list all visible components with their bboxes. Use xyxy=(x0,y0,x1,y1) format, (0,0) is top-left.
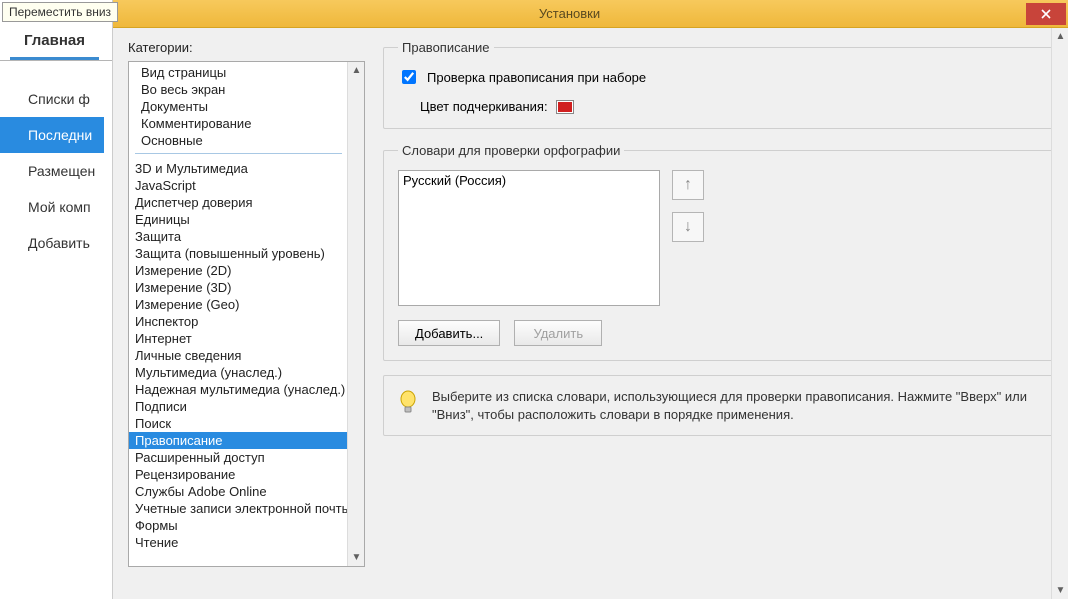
close-icon xyxy=(1041,9,1051,19)
hint-text: Выберите из списка словари, использующие… xyxy=(432,388,1045,423)
category-item[interactable]: Рецензирование xyxy=(129,466,364,483)
categories-label: Категории: xyxy=(128,40,365,55)
lightbulb-icon xyxy=(398,390,418,419)
add-dictionary-button[interactable]: Добавить... xyxy=(398,320,500,346)
category-item[interactable]: Измерение (Geo) xyxy=(129,296,364,313)
arrow-down-icon: ↓ xyxy=(684,218,692,236)
hint-box: Выберите из списка словари, использующие… xyxy=(383,375,1060,436)
category-item[interactable]: Измерение (2D) xyxy=(129,262,364,279)
category-item[interactable]: 3D и Мультимедиа xyxy=(129,160,364,177)
category-item[interactable]: Подписи xyxy=(129,398,364,415)
sidebar-item[interactable]: Добавить xyxy=(0,225,104,261)
category-item[interactable]: Комментирование xyxy=(135,115,342,132)
underline-color-label: Цвет подчеркивания: xyxy=(420,99,548,114)
category-item[interactable]: Надежная мультимедиа (унаслед.) xyxy=(129,381,364,398)
category-item[interactable]: Основные xyxy=(135,132,342,149)
dialog-title: Установки xyxy=(113,6,1026,21)
sidebar-item[interactable]: Мой комп xyxy=(0,189,104,225)
category-item[interactable]: Расширенный доступ xyxy=(129,449,364,466)
category-item[interactable]: Службы Adobe Online xyxy=(129,483,364,500)
settings-pane: Правописание Проверка правописания при н… xyxy=(383,40,1068,599)
close-button[interactable] xyxy=(1026,3,1066,25)
sidebar-item[interactable]: Последни xyxy=(0,117,104,153)
spelling-legend: Правописание xyxy=(398,40,494,55)
dictionaries-legend: Словари для проверки орфографии xyxy=(398,143,624,158)
category-item[interactable]: Мультимедиа (унаслед.) xyxy=(129,364,364,381)
dialog-titlebar: Установки xyxy=(113,0,1068,28)
spellcheck-checkbox[interactable] xyxy=(402,70,416,84)
sidebar-item[interactable]: Размещен xyxy=(0,153,104,189)
spellcheck-row: Проверка правописания при наборе xyxy=(398,67,1045,87)
categories-list[interactable]: Вид страницыВо весь экранДокументыКоммен… xyxy=(128,61,365,567)
category-item[interactable]: Инспектор xyxy=(129,313,364,330)
preferences-dialog: Установки Категории: Вид страницыВо весь… xyxy=(112,0,1068,599)
spellcheck-label: Проверка правописания при наборе xyxy=(427,70,646,85)
categories-pane: Категории: Вид страницыВо весь экранДоку… xyxy=(128,40,365,599)
category-item[interactable]: Правописание xyxy=(129,432,364,449)
remove-dictionary-button[interactable]: Удалить xyxy=(514,320,602,346)
sidebar-item[interactable]: Списки ф xyxy=(0,81,104,117)
move-down-button[interactable]: ↓ xyxy=(672,212,704,242)
scroll-down-icon[interactable]: ▼ xyxy=(348,549,365,566)
move-up-button[interactable]: ↑ xyxy=(672,170,704,200)
scroll-up-icon[interactable]: ▲ xyxy=(348,62,365,79)
dictionary-list[interactable]: Русский (Россия) xyxy=(398,170,660,306)
category-item[interactable]: JavaScript xyxy=(129,177,364,194)
category-item[interactable]: Диспетчер доверия xyxy=(129,194,364,211)
dictionary-item[interactable]: Русский (Россия) xyxy=(403,173,655,188)
category-item[interactable]: Личные сведения xyxy=(129,347,364,364)
category-item[interactable]: Чтение xyxy=(129,534,364,551)
underline-color-picker[interactable] xyxy=(556,100,574,114)
category-item[interactable]: Интернет xyxy=(129,330,364,347)
spelling-fieldset: Правописание Проверка правописания при н… xyxy=(383,40,1060,129)
scroll-down-icon[interactable]: ▼ xyxy=(1052,582,1068,599)
category-item[interactable]: Документы xyxy=(135,98,342,115)
arrow-up-icon: ↑ xyxy=(684,176,692,194)
category-item[interactable]: Вид страницы xyxy=(135,64,342,81)
category-item[interactable]: Поиск xyxy=(129,415,364,432)
dialog-scrollbar[interactable]: ▲ ▼ xyxy=(1051,28,1068,599)
tooltip-move-down: Переместить вниз xyxy=(2,2,118,22)
category-item[interactable]: Защита (повышенный уровень) xyxy=(129,245,364,262)
category-item[interactable]: Единицы xyxy=(129,211,364,228)
category-item[interactable]: Учетные записи электронной почты xyxy=(129,500,364,517)
scroll-up-icon[interactable]: ▲ xyxy=(1052,28,1068,45)
category-item[interactable]: Измерение (3D) xyxy=(129,279,364,296)
tab-main[interactable]: Главная xyxy=(10,24,99,60)
underline-color-row: Цвет подчеркивания: xyxy=(398,99,1045,114)
color-swatch-icon xyxy=(558,102,572,112)
category-item[interactable]: Во весь экран xyxy=(135,81,342,98)
left-nav: Списки фПоследниРазмещенМой компДобавить xyxy=(0,61,104,599)
categories-scrollbar[interactable]: ▲ ▼ xyxy=(347,62,364,566)
category-item[interactable]: Защита xyxy=(129,228,364,245)
category-item[interactable]: Формы xyxy=(129,517,364,534)
dictionaries-fieldset: Словари для проверки орфографии Русский … xyxy=(383,143,1060,361)
